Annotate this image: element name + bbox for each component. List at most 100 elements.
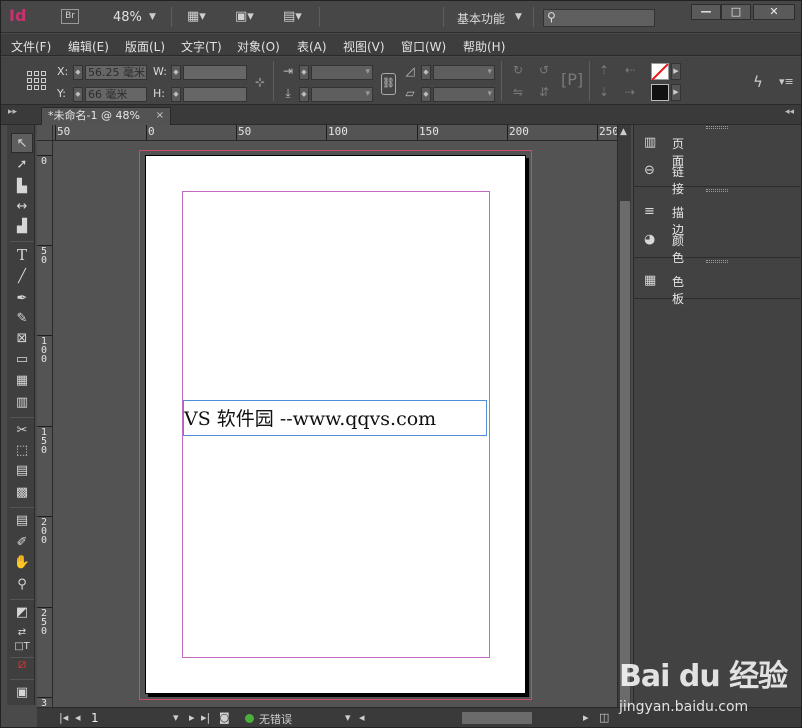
preflight-status-text[interactable]: 无错误	[259, 711, 292, 727]
eyedropper-tool-icon[interactable]: ✐	[11, 533, 33, 553]
zoom-level[interactable]: 48%	[113, 10, 142, 25]
direct-selection-tool-icon[interactable]: ➚	[11, 155, 33, 175]
vertical-scrollbar[interactable]: ▲	[617, 125, 631, 709]
previous-page-icon[interactable]: ◂	[75, 711, 81, 724]
x-stepper[interactable]: ◆	[73, 65, 83, 80]
flip-vertical-icon[interactable]: ⇵	[535, 83, 553, 101]
hand-tool-icon[interactable]: ✋	[11, 553, 33, 573]
ruler-origin[interactable]	[37, 125, 53, 141]
minimize-button[interactable]: —	[691, 4, 721, 20]
workspace-switcher[interactable]: 基本功能	[457, 10, 505, 27]
line-tool-icon[interactable]: ╱	[11, 267, 33, 287]
scale-x-icon[interactable]: ⇥	[279, 62, 297, 80]
link-scale-icon[interactable]: ⛓	[381, 73, 396, 95]
panel-grip[interactable]	[706, 126, 728, 129]
rectangle-frame-tool-icon[interactable]: ⊠	[11, 329, 33, 349]
pencil-tool-icon[interactable]: ✎	[11, 309, 33, 329]
vertical-grid-tool-icon[interactable]: ▥	[11, 393, 33, 413]
w-stepper[interactable]: ◆	[171, 65, 181, 80]
pen-tool-icon[interactable]: ✒	[11, 289, 33, 309]
h-stepper[interactable]: ◆	[171, 87, 181, 102]
rectangle-tool-icon[interactable]: ▭	[11, 350, 33, 370]
close-button[interactable]: ✕	[753, 4, 795, 20]
selection-tool-icon[interactable]: ↖	[11, 133, 33, 153]
panel-grip[interactable]	[706, 189, 728, 192]
close-tab-icon[interactable]: ×	[156, 108, 164, 124]
horizontal-ruler[interactable]: 50 0 50 100 150 200 250	[53, 125, 617, 141]
page-tool-icon[interactable]: ▙	[11, 177, 33, 197]
open-document-icon[interactable]: ◙	[219, 711, 230, 724]
zoom-dropdown-icon[interactable]: ▼	[149, 12, 156, 22]
gradient-feather-tool-icon[interactable]: ▩	[11, 483, 33, 503]
stroke-swatch[interactable]	[651, 84, 669, 101]
menu-window[interactable]: 窗口(W)	[401, 38, 446, 55]
vertical-ruler[interactable]: 0 50 100 150 200 250 3	[37, 141, 53, 707]
arrange-documents-icon[interactable]: ▤▾	[283, 9, 307, 25]
gradient-swatch-tool-icon[interactable]: ▤	[11, 461, 33, 481]
workspace-dropdown-icon[interactable]: ▼	[515, 12, 522, 22]
note-tool-icon[interactable]: ▤	[11, 511, 33, 531]
gap-tool-icon[interactable]: ↔	[11, 197, 33, 217]
type-tool-icon[interactable]: T	[11, 245, 33, 265]
stroke-menu-icon[interactable]: ▶	[671, 84, 681, 101]
rotate-ccw-icon[interactable]: ↺	[535, 61, 553, 79]
menu-edit[interactable]: 编辑(E)	[68, 38, 109, 55]
x-position-field[interactable]: 56.25 毫米	[85, 65, 147, 80]
zoom-tool-icon[interactable]: ⚲	[11, 575, 33, 595]
shear-icon[interactable]: ▱	[401, 84, 419, 102]
search-input[interactable]	[560, 11, 652, 25]
apply-none-icon[interactable]: ⧄	[11, 655, 33, 675]
scroll-up-icon[interactable]: ▲	[620, 127, 627, 137]
formatting-container-text-icon[interactable]: □T	[11, 637, 33, 657]
y-stepper[interactable]: ◆	[73, 87, 83, 102]
select-content-icon[interactable]: ⇣	[595, 83, 613, 101]
width-field[interactable]	[183, 65, 247, 80]
scale-y-field[interactable]	[311, 87, 373, 102]
text-frame-content[interactable]: VS 软件园 --www.qqvs.com	[184, 404, 436, 431]
reference-p-icon[interactable]: [P]	[561, 71, 583, 89]
scale-x-stepper[interactable]: ◆	[299, 65, 309, 80]
split-layout-icon[interactable]: ◫	[599, 711, 609, 724]
text-frame[interactable]: VS 软件园 --www.qqvs.com	[183, 400, 487, 436]
reference-point-icon[interactable]	[27, 71, 47, 91]
scroll-right-icon[interactable]: ▸	[583, 711, 589, 724]
free-transform-tool-icon[interactable]: ⬚	[11, 441, 33, 461]
menu-file[interactable]: 文件(F)	[11, 38, 51, 55]
vertical-scroll-thumb[interactable]	[620, 201, 630, 709]
y-position-field[interactable]: 66 毫米	[85, 87, 147, 102]
menu-type[interactable]: 文字(T)	[181, 38, 222, 55]
collapse-panels-icon[interactable]: ◂◂	[785, 107, 794, 117]
shear-stepper[interactable]: ◆	[421, 87, 431, 102]
rotate-stepper[interactable]: ◆	[421, 65, 431, 80]
scissors-tool-icon[interactable]: ✂	[11, 421, 33, 441]
maximize-button[interactable]: □	[721, 4, 751, 20]
panel-menu-icon[interactable]: ▾≡	[779, 75, 794, 88]
menu-view[interactable]: 视图(V)	[343, 38, 385, 55]
view-options-icon[interactable]: ▦▾	[187, 9, 211, 25]
scale-y-stepper[interactable]: ◆	[299, 87, 309, 102]
menu-object[interactable]: 对象(O)	[237, 38, 280, 55]
panel-grip[interactable]	[706, 260, 728, 263]
screen-mode-tool-icon[interactable]: ▣	[11, 683, 33, 703]
bridge-button[interactable]: Br	[61, 9, 79, 24]
screen-mode-icon[interactable]: ▣▾	[235, 9, 259, 25]
preflight-menu-icon[interactable]: ▾	[345, 711, 351, 724]
horizontal-grid-tool-icon[interactable]: ▦	[11, 371, 33, 391]
constrain-proportions-icon[interactable]: ⊹	[251, 73, 269, 91]
document-tab[interactable]: *未命名-1 @ 48% ×	[41, 107, 171, 125]
shear-field[interactable]	[433, 87, 495, 102]
select-previous-icon[interactable]: ⇠	[621, 61, 639, 79]
scale-x-field[interactable]	[311, 65, 373, 80]
fill-menu-icon[interactable]: ▶	[671, 63, 681, 80]
rotate-field[interactable]	[433, 65, 495, 80]
rotate-icon[interactable]: ◿	[401, 62, 419, 80]
first-page-icon[interactable]: |◂	[59, 711, 68, 724]
flip-horizontal-icon[interactable]: ⇋	[509, 83, 527, 101]
rotate-cw-icon[interactable]: ↻	[509, 61, 527, 79]
last-page-icon[interactable]: ▸|	[201, 711, 210, 724]
scroll-left-icon[interactable]: ◂	[359, 711, 365, 724]
menu-help[interactable]: 帮助(H)	[463, 38, 505, 55]
select-next-icon[interactable]: ⇢	[621, 83, 639, 101]
fill-swatch[interactable]	[651, 63, 669, 80]
menu-layout[interactable]: 版面(L)	[125, 38, 165, 55]
